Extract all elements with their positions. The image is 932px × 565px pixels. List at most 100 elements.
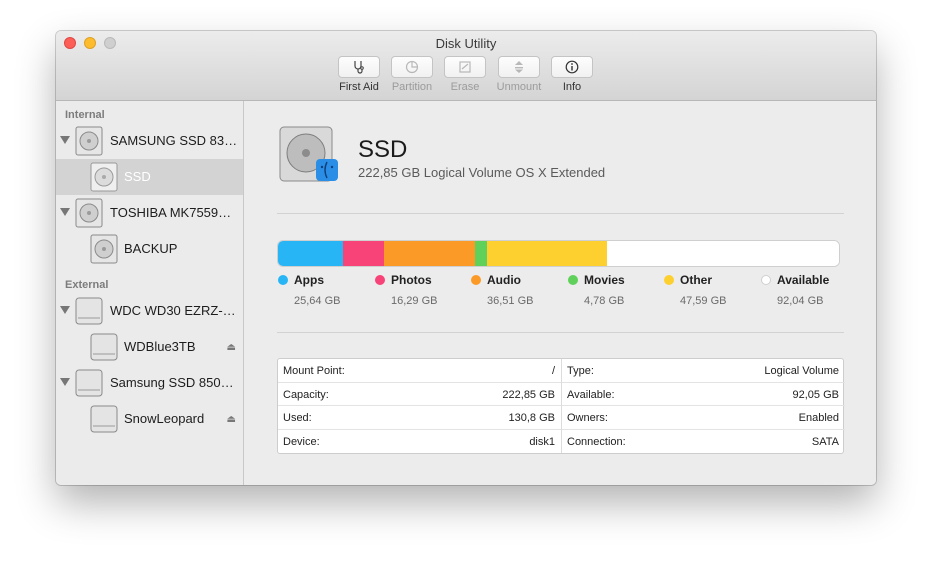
sidebar-item-toshiba[interactable]: TOSHIBA MK7559… [56,195,243,231]
info-row-owners: Owners: Enabled [562,406,845,430]
sidebar-item-samsung-ssd-850[interactable]: Samsung SSD 850… [56,365,243,401]
info-label: Owners: [567,412,608,424]
disk-utility-window: Disk Utility First Aid Partition Erase U… [56,31,876,485]
info-icon [565,60,579,74]
sidebar-item-ssd[interactable]: SSD [56,159,243,195]
internal-section-header: Internal [65,109,105,121]
sidebar-item-label: WDC WD30 EZRZ-… [110,303,236,318]
legend-label: Other [680,273,713,287]
info-label: Type: [567,365,594,377]
storage-usage-bar [277,240,840,267]
legend-label: Audio [487,273,521,287]
legend-size: 16,29 GB [391,295,438,307]
sidebar-item-samsung-ssd-83[interactable]: SAMSUNG SSD 83… [56,123,243,159]
external-disk-icon [75,369,103,397]
info-row-connection: Connection: SATA [562,430,845,454]
info-value: 92,05 GB [792,388,839,401]
partition-button[interactable]: Partition [385,56,439,93]
info-row-available: Available: 92,05 GB [562,383,845,406]
erase-icon [459,61,471,73]
legend-label: Photos [391,273,432,287]
legend-color-dot [664,275,674,285]
usage-segment-other [487,241,608,266]
legend-color-dot [761,275,771,285]
info-label: Device: [283,435,320,448]
disclosure-triangle-icon[interactable] [60,378,70,386]
legend-size: 4,78 GB [584,295,625,307]
info-row-mount-point: Mount Point: / [278,359,561,383]
external-section-header: External [65,279,109,291]
main-panel: SSD 222,85 GB Logical Volume OS X Extend… [244,101,876,485]
volume-name: SSD [358,136,408,163]
disclosure-triangle-icon[interactable] [60,306,70,314]
unmount-icon [515,61,523,73]
erase-label: Erase [450,81,480,93]
partition-icon [405,60,419,74]
sidebar-item-label: WDBlue3TB [124,339,196,354]
sidebar-item-label: BACKUP [124,241,178,256]
usage-segment-available [607,241,839,266]
sidebar-item-snowleopard[interactable]: SnowLeopard ⏏ [56,401,243,437]
external-disk-icon [75,297,103,325]
info-label: Available: [567,388,615,401]
info-column-right: Type: Logical Volume Available: 92,05 GB… [562,359,845,453]
usage-segment-audio [383,241,476,266]
sidebar-item-label: SSD [124,169,151,184]
sidebar-item-wdc-wd30[interactable]: WDC WD30 EZRZ-… [56,293,243,329]
sidebar-item-wdblue3tb[interactable]: WDBlue3TB ⏏ [56,329,243,365]
legend-other: Other 47,59 GB [664,273,726,307]
info-label: Used: [283,412,312,424]
divider [277,213,844,214]
info-value: disk1 [529,435,555,448]
first-aid-label: First Aid [339,81,379,93]
info-row-capacity: Capacity: 222,85 GB [278,383,561,406]
legend-size: 47,59 GB [680,295,727,307]
info-label: Mount Point: [283,365,345,377]
partition-label: Partition [391,81,433,93]
divider [277,332,844,333]
info-column-left: Mount Point: / Capacity: 222,85 GB Used:… [278,359,562,453]
sidebar: Internal SAMSUNG SSD 83… SSD TOSHIBA MK7… [56,101,244,485]
legend-size: 25,64 GB [294,295,341,307]
info-value: 222,85 GB [502,388,555,401]
legend-color-dot [375,275,385,285]
unmount-button[interactable]: Unmount [492,56,546,93]
legend-movies: Movies 4,78 GB [568,273,625,307]
info-row-device: Device: disk1 [278,430,561,454]
volume-info-table: Mount Point: / Capacity: 222,85 GB Used:… [277,358,845,454]
legend-apps: Apps 25,64 GB [278,273,340,307]
eject-icon[interactable]: ⏏ [227,414,236,425]
first-aid-button[interactable]: First Aid [332,56,386,93]
volume-icon [90,234,118,264]
sidebar-item-label: TOSHIBA MK7559… [110,205,232,220]
legend-photos: Photos 16,29 GB [375,273,437,307]
info-label: Capacity: [283,388,329,401]
sidebar-item-label: Samsung SSD 850… [110,375,234,390]
disclosure-triangle-icon[interactable] [60,208,70,216]
volume-large-icon [279,126,338,182]
legend-color-dot [568,275,578,285]
sidebar-item-backup[interactable]: BACKUP [56,231,243,267]
legend-size: 36,51 GB [487,295,534,307]
legend-label: Apps [294,273,324,287]
legend-color-dot [278,275,288,285]
info-value: Logical Volume [764,365,839,377]
info-value: / [551,365,555,377]
usage-segment-movies [475,241,488,266]
info-button[interactable]: Info [545,56,599,93]
window-title: Disk Utility [435,36,497,51]
legend-color-dot [471,275,481,285]
info-value: Enabled [798,412,839,424]
eject-icon[interactable]: ⏏ [227,342,236,353]
unmount-label: Unmount [496,81,542,93]
info-value: SATA [811,435,839,448]
disclosure-triangle-icon[interactable] [60,136,70,144]
usage-segment-apps [278,241,343,266]
sidebar-item-label: SnowLeopard [124,411,205,426]
info-label: Connection: [567,435,626,448]
info-value: 130,8 GB [508,412,555,424]
volume-icon [90,162,118,192]
erase-button[interactable]: Erase [438,56,492,93]
volume-description: 222,85 GB Logical Volume OS X Extended [358,165,606,180]
info-label: Info [562,81,582,93]
